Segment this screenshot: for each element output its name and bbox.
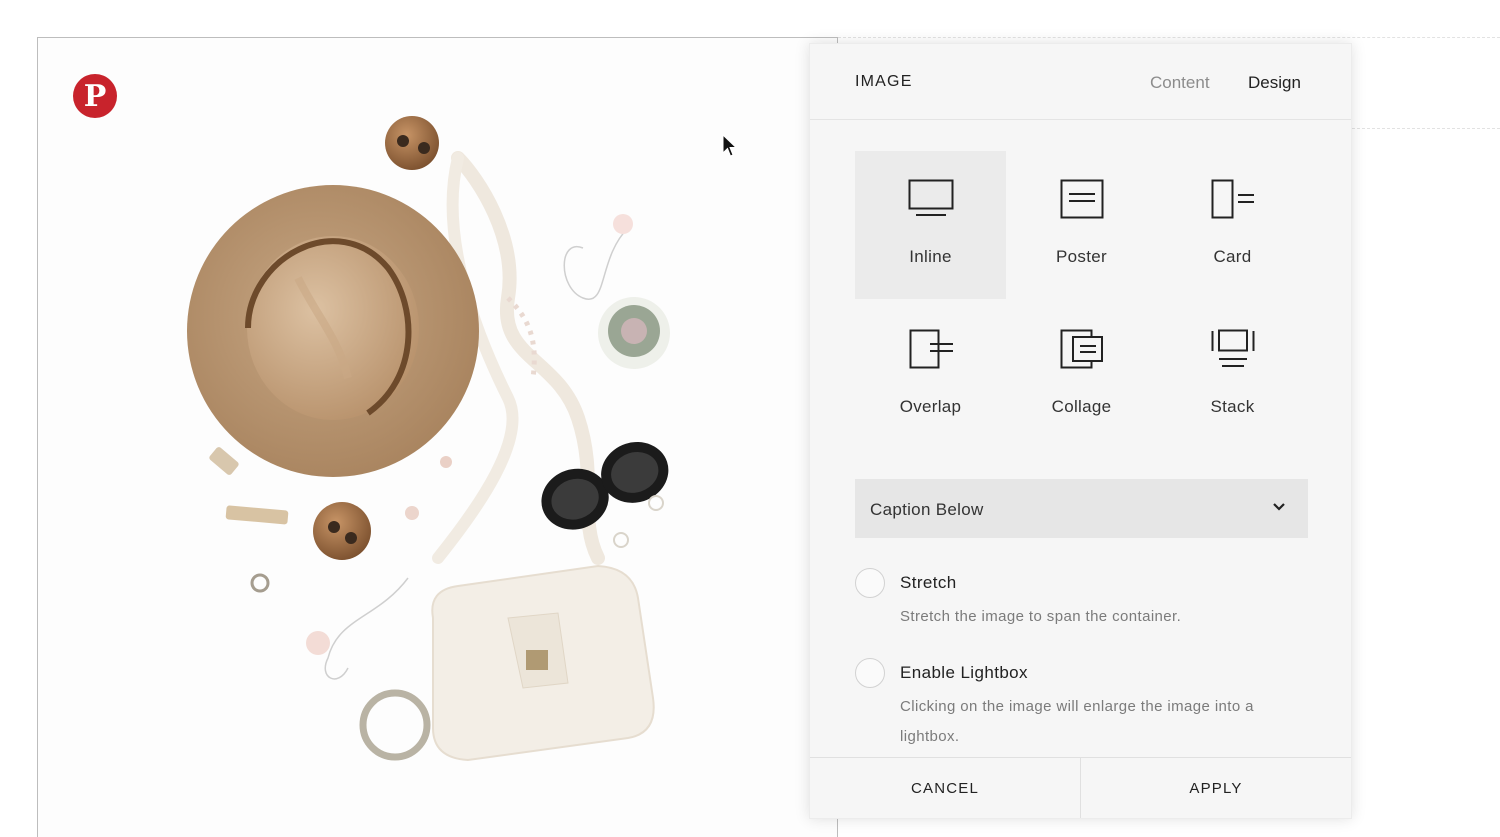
cancel-button[interactable]: CANCEL [810,758,1081,818]
layout-options: Inline Poster Card Overlap Collage Stack [855,151,1308,451]
card-layout-icon [1211,179,1254,219]
collage-layout-icon [1060,329,1103,369]
page: P IMAGE Content Design Inline Poster Car… [0,0,1500,837]
image-block[interactable]: P [37,37,838,837]
layout-option-overlap[interactable]: Overlap [855,301,1006,449]
layout-option-collage[interactable]: Collage [1006,301,1157,449]
stretch-toggle[interactable] [855,568,885,598]
tab-content[interactable]: Content [1150,73,1210,93]
mouse-pointer-icon [722,134,738,157]
option-title: Stretch [900,573,957,592]
layout-option-stack[interactable]: Stack [1157,301,1308,449]
caption-position-select[interactable]: Caption Below [855,479,1308,538]
layout-label: Poster [1056,247,1107,266]
layout-option-inline[interactable]: Inline [855,151,1006,299]
chevron-down-icon [1273,503,1285,511]
layout-label: Overlap [899,397,962,416]
image-editor-panel: IMAGE Content Design Inline Poster Card … [809,43,1352,819]
lightbox-toggle[interactable] [855,658,885,688]
guide-line [838,37,1500,38]
layout-option-card[interactable]: Card [1157,151,1308,299]
pinterest-icon[interactable]: P [73,74,117,118]
overlap-layout-icon [909,329,953,369]
inline-layout-icon [908,179,954,216]
apply-button[interactable]: APPLY [1081,758,1351,818]
panel-header: IMAGE Content Design [810,44,1351,120]
tab-design[interactable]: Design [1248,73,1301,93]
flatlay-photo [38,38,837,837]
layout-label: Collage [1051,397,1112,416]
layout-option-poster[interactable]: Poster [1006,151,1157,299]
guide-line [1352,128,1500,129]
caption-select-value: Caption Below [870,500,984,519]
layout-label: Inline [909,247,952,266]
option-description: Clicking on the image will enlarge the i… [900,698,1254,745]
layout-label: Card [1213,247,1252,266]
panel-title: IMAGE [855,73,913,90]
stack-layout-icon [1211,329,1255,367]
poster-layout-icon [1060,179,1104,219]
option-description: Stretch the image to span the container. [900,608,1182,625]
panel-footer: CANCEL APPLY [810,757,1351,818]
option-title: Enable Lightbox [900,663,1028,682]
layout-label: Stack [1210,397,1255,416]
